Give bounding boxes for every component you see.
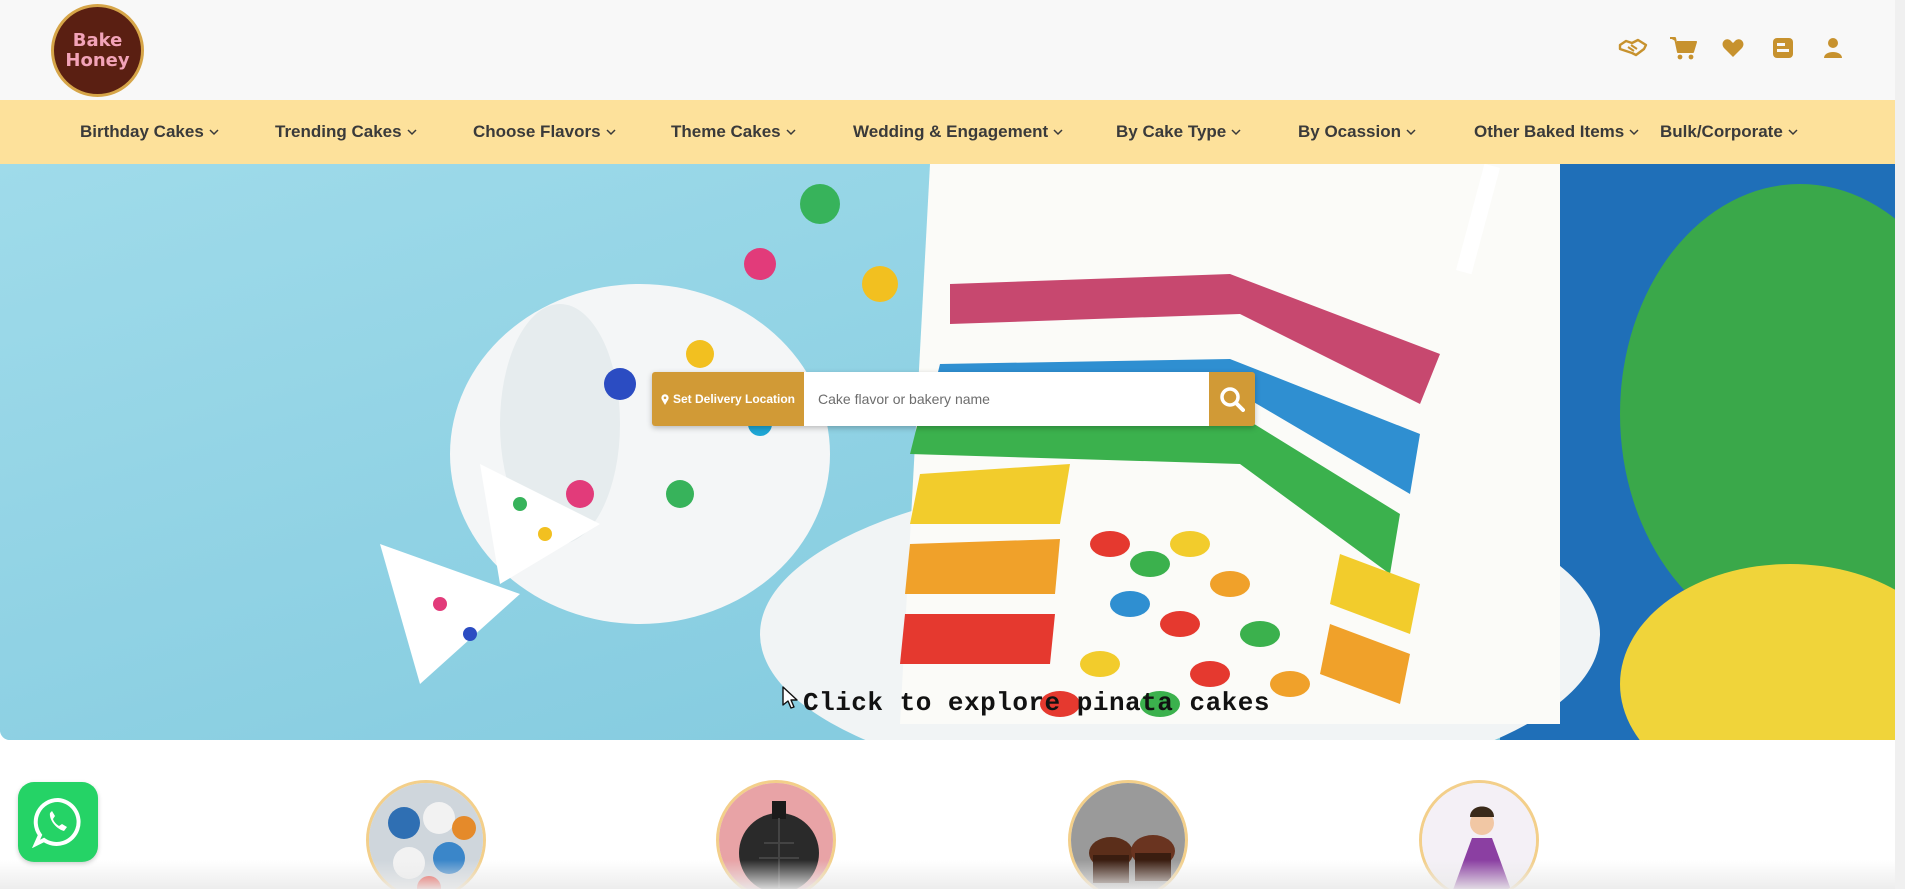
search-icon <box>1220 387 1245 412</box>
princess-doll-cake-image <box>1422 783 1536 889</box>
nav-item-theme-cakes[interactable]: Theme Cakes <box>671 100 796 164</box>
main-nav: Birthday Cakes Trending Cakes Choose Fla… <box>0 100 1905 164</box>
nav-label: Other Baked Items <box>1474 122 1625 141</box>
location-button-label: Set Delivery Location <box>672 392 796 406</box>
nav-label: By Ocassion <box>1298 122 1401 141</box>
chevron-down-icon <box>606 129 616 136</box>
chevron-down-icon <box>786 129 796 136</box>
heart-icon[interactable] <box>1717 32 1749 64</box>
user-icon[interactable] <box>1817 32 1849 64</box>
nav-label: Wedding & Engagement <box>853 122 1049 141</box>
search-input[interactable] <box>804 372 1209 426</box>
logo-text-line1: Bake <box>72 29 123 51</box>
chevron-down-icon <box>407 129 417 136</box>
nav-item-choose-flavors[interactable]: Choose Flavors <box>473 100 616 164</box>
nav-label: Trending Cakes <box>275 122 402 141</box>
search-button[interactable] <box>1209 372 1255 426</box>
chevron-down-icon <box>1629 129 1639 136</box>
nav-item-birthday-cakes[interactable]: Birthday Cakes <box>80 100 219 164</box>
cart-icon[interactable] <box>1667 32 1699 64</box>
map-pin-icon <box>661 393 669 405</box>
whatsapp-chat-button[interactable] <box>18 782 98 862</box>
whatsapp-icon <box>32 797 81 848</box>
chevron-down-icon <box>209 129 219 136</box>
nav-label: Birthday Cakes <box>80 122 204 141</box>
chevron-down-icon <box>1406 129 1416 136</box>
category-princess-doll-cake[interactable] <box>1419 780 1539 889</box>
chevron-down-icon <box>1231 129 1241 136</box>
nav-item-trending-cakes[interactable]: Trending Cakes <box>275 100 417 164</box>
page-scrollbar[interactable] <box>1895 0 1905 889</box>
orders-icon[interactable] <box>1767 32 1799 64</box>
cupcakes-box-image <box>369 783 483 889</box>
nav-item-by-ocassion[interactable]: By Ocassion <box>1298 100 1416 164</box>
category-chocolate-cupcakes[interactable] <box>1068 780 1188 889</box>
bake-honey-logo[interactable]: Bake Honey <box>51 4 144 97</box>
nav-item-bulk-corporate[interactable]: Bulk/Corporate <box>1660 100 1798 164</box>
search-bar: Set Delivery Location <box>652 372 1255 426</box>
logo-text-line2: Honey <box>65 49 130 71</box>
category-cupcakes-box[interactable] <box>366 780 486 889</box>
handshake-icon[interactable] <box>1617 32 1649 64</box>
chocolate-cupcakes-image <box>1071 783 1185 889</box>
chevron-down-icon <box>1053 129 1063 136</box>
page-bottom-fade <box>0 860 1905 889</box>
nav-label: By Cake Type <box>1116 122 1227 141</box>
nav-label: Theme Cakes <box>671 122 781 141</box>
mouse-cursor-icon <box>782 686 798 709</box>
nav-item-other-baked-items[interactable]: Other Baked Items <box>1474 100 1639 164</box>
nav-label: Bulk/Corporate <box>1660 122 1783 141</box>
hero-banner[interactable]: Set Delivery Location Click to explore p… <box>0 164 1905 740</box>
chevron-down-icon <box>1788 129 1798 136</box>
nav-label: Choose Flavors <box>473 122 601 141</box>
set-delivery-location-button[interactable]: Set Delivery Location <box>652 372 804 426</box>
site-header: Bake Honey <box>0 0 1905 100</box>
bomb-cake-image <box>719 783 833 889</box>
header-icon-bar <box>1617 32 1849 64</box>
nav-item-by-cake-type[interactable]: By Cake Type <box>1116 100 1241 164</box>
category-bomb-cake[interactable] <box>716 780 836 889</box>
pinata-cake-banner-image <box>0 164 1905 740</box>
explore-pinata-link[interactable]: Click to explore pinata cakes <box>803 688 1270 718</box>
nav-item-wedding-engagement[interactable]: Wedding & Engagement <box>853 100 1063 164</box>
